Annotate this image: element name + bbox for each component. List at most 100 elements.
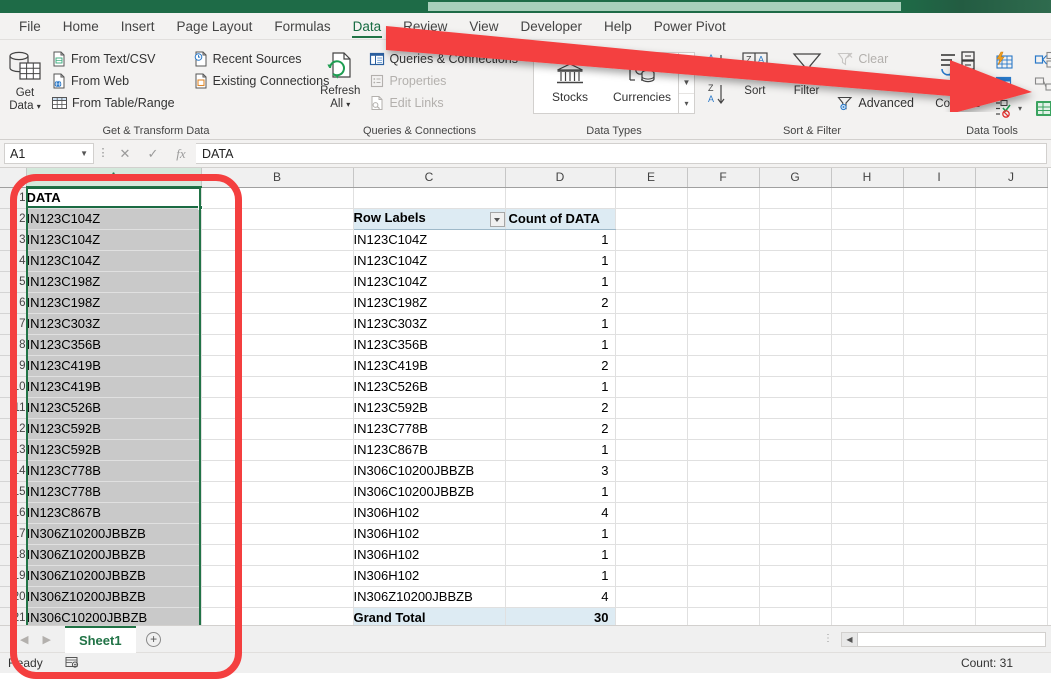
cell-F15[interactable] bbox=[687, 481, 760, 503]
data-tools-dropdown-icon[interactable]: ▾ bbox=[1018, 104, 1022, 113]
cell-F19[interactable] bbox=[687, 565, 760, 587]
cell-J7[interactable] bbox=[975, 313, 1048, 335]
cell-G10[interactable] bbox=[759, 376, 832, 398]
cell-A1[interactable]: DATA bbox=[26, 187, 202, 209]
cell-G4[interactable] bbox=[759, 250, 832, 272]
cell-A12[interactable]: IN123C592B bbox=[26, 418, 202, 440]
pivot-row-count-4[interactable]: 1 bbox=[505, 313, 616, 335]
cell-E1[interactable] bbox=[615, 187, 688, 209]
cell-B12[interactable] bbox=[201, 418, 354, 440]
nav-prev-icon[interactable]: ◀ bbox=[20, 633, 28, 646]
cell-H8[interactable] bbox=[831, 334, 904, 356]
cell-I16[interactable] bbox=[903, 502, 976, 524]
formula-input[interactable]: DATA bbox=[196, 143, 1047, 164]
sort-ascending-icon[interactable]: A Z bbox=[707, 50, 729, 80]
pivot-row-count-2[interactable]: 1 bbox=[505, 271, 616, 293]
data-validation-button[interactable]: ▾ bbox=[991, 96, 1025, 120]
flash-fill-button[interactable] bbox=[991, 48, 1025, 72]
pivot-row-count-15[interactable]: 1 bbox=[505, 544, 616, 566]
cell-E9[interactable] bbox=[615, 355, 688, 377]
cell-E16[interactable] bbox=[615, 502, 688, 524]
cell-D1[interactable] bbox=[505, 187, 616, 209]
cell-B17[interactable] bbox=[201, 523, 354, 545]
cell-H1[interactable] bbox=[831, 187, 904, 209]
ribbon-tab-developer[interactable]: Developer bbox=[509, 16, 593, 39]
cancel-icon[interactable]: ✕ bbox=[112, 143, 138, 164]
ribbon-tab-page-layout[interactable]: Page Layout bbox=[166, 16, 264, 39]
cell-E11[interactable] bbox=[615, 397, 688, 419]
cell-A19[interactable]: IN306Z10200JBBZB bbox=[26, 565, 202, 587]
cell-A7[interactable]: IN123C303Z bbox=[26, 313, 202, 335]
cell-G11[interactable] bbox=[759, 397, 832, 419]
row-header-4[interactable]: 4 bbox=[0, 250, 27, 272]
cell-J15[interactable] bbox=[975, 481, 1048, 503]
cell-J8[interactable] bbox=[975, 334, 1048, 356]
cell-E15[interactable] bbox=[615, 481, 688, 503]
cell-I19[interactable] bbox=[903, 565, 976, 587]
cell-F21[interactable] bbox=[687, 607, 760, 625]
ribbon-tab-power-pivot[interactable]: Power Pivot bbox=[643, 16, 737, 39]
cell-G1[interactable] bbox=[759, 187, 832, 209]
pivot-value-field-header[interactable]: Count of DATA bbox=[505, 208, 616, 230]
cell-I11[interactable] bbox=[903, 397, 976, 419]
cell-J21[interactable] bbox=[975, 607, 1048, 625]
nav-next-icon[interactable]: ▶ bbox=[42, 633, 50, 646]
cell-G21[interactable] bbox=[759, 607, 832, 625]
column-header-f[interactable]: F bbox=[687, 168, 760, 188]
reapply-button[interactable]: Reapply bbox=[834, 70, 917, 92]
cell-B11[interactable] bbox=[201, 397, 354, 419]
properties-button[interactable]: Properties bbox=[366, 70, 521, 92]
cell-H15[interactable] bbox=[831, 481, 904, 503]
cell-E7[interactable] bbox=[615, 313, 688, 335]
cell-A6[interactable]: IN123C198Z bbox=[26, 292, 202, 314]
cell-A17[interactable]: IN306Z10200JBBZB bbox=[26, 523, 202, 545]
cell-J18[interactable] bbox=[975, 544, 1048, 566]
cell-B13[interactable] bbox=[201, 439, 354, 461]
cell-J16[interactable] bbox=[975, 502, 1048, 524]
ribbon-tab-view[interactable]: View bbox=[458, 16, 509, 39]
pivot-row-count-3[interactable]: 2 bbox=[505, 292, 616, 314]
column-header-h[interactable]: H bbox=[831, 168, 904, 188]
sheet-tab-sheet1[interactable]: Sheet1 bbox=[64, 625, 136, 653]
gallery-scroll-up-icon[interactable]: ▲ bbox=[679, 53, 694, 74]
manage-data-model-button[interactable] bbox=[1031, 96, 1051, 120]
cell-J3[interactable] bbox=[975, 229, 1048, 251]
cell-F8[interactable] bbox=[687, 334, 760, 356]
pivot-row-count-14[interactable]: 1 bbox=[505, 523, 616, 545]
pivot-row-count-13[interactable]: 4 bbox=[505, 502, 616, 524]
pivot-row-count-1[interactable]: 1 bbox=[505, 250, 616, 272]
cell-A10[interactable]: IN123C419B bbox=[26, 376, 202, 398]
row-header-6[interactable]: 6 bbox=[0, 292, 27, 314]
cell-F1[interactable] bbox=[687, 187, 760, 209]
cell-B19[interactable] bbox=[201, 565, 354, 587]
cell-I18[interactable] bbox=[903, 544, 976, 566]
cell-I12[interactable] bbox=[903, 418, 976, 440]
row-header-12[interactable]: 12 bbox=[0, 418, 27, 440]
cell-I1[interactable] bbox=[903, 187, 976, 209]
cell-G3[interactable] bbox=[759, 229, 832, 251]
cell-G7[interactable] bbox=[759, 313, 832, 335]
recent-sources-button[interactable]: Recent Sources bbox=[190, 48, 333, 70]
cell-H6[interactable] bbox=[831, 292, 904, 314]
cell-F18[interactable] bbox=[687, 544, 760, 566]
text-to-columns-button[interactable]: Text to Columns bbox=[929, 46, 987, 110]
cell-A2[interactable]: IN123C104Z bbox=[26, 208, 202, 230]
cell-F13[interactable] bbox=[687, 439, 760, 461]
cell-H3[interactable] bbox=[831, 229, 904, 251]
cell-J19[interactable] bbox=[975, 565, 1048, 587]
pivot-row-label-1[interactable]: IN123C104Z bbox=[353, 250, 506, 272]
cell-I20[interactable] bbox=[903, 586, 976, 608]
cell-B20[interactable] bbox=[201, 586, 354, 608]
refresh-all-button[interactable]: Refresh All ▾ bbox=[318, 46, 362, 111]
ribbon-tab-formulas[interactable]: Formulas bbox=[263, 16, 341, 39]
cell-H5[interactable] bbox=[831, 271, 904, 293]
cell-J13[interactable] bbox=[975, 439, 1048, 461]
queries-connections-button[interactable]: Queries & Connections bbox=[366, 48, 521, 70]
data-types-scroll[interactable]: ▲ ▼ ▾ bbox=[678, 53, 694, 113]
cell-B10[interactable] bbox=[201, 376, 354, 398]
accessibility-icon[interactable] bbox=[65, 656, 81, 670]
column-header-b[interactable]: B bbox=[201, 168, 354, 188]
cell-B6[interactable] bbox=[201, 292, 354, 314]
cell-E3[interactable] bbox=[615, 229, 688, 251]
cell-F2[interactable] bbox=[687, 208, 760, 230]
